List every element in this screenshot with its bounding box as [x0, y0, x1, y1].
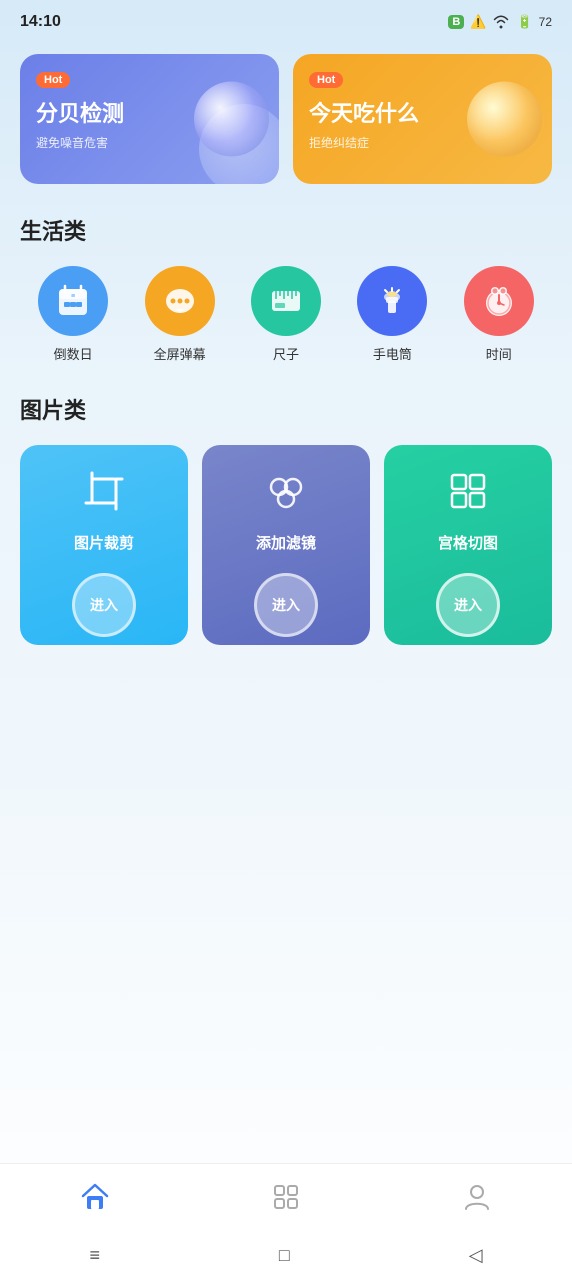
image-tool-filter[interactable]: 添加滤镜 进入 — [202, 445, 370, 645]
tool-ruler[interactable]: 尺子 — [251, 266, 321, 363]
banner-area: Hot 分贝检测 避免噪音危害 Hot 今天吃什么 拒绝纠结症 — [0, 44, 572, 204]
status-icons: B ⚠️ 🔋 72 — [448, 14, 552, 30]
warning-icon: ⚠️ — [470, 14, 486, 30]
life-section: 生活类 ≡ 倒数日 — [0, 204, 572, 383]
torch-svg-icon — [374, 283, 410, 319]
tool-countdown-icon-wrap: ≡ — [38, 266, 108, 336]
bottom-nav — [0, 1163, 572, 1230]
battery-icon: 🔋 — [516, 14, 532, 30]
grid-svg — [446, 469, 490, 513]
hot-badge-right: Hot — [309, 72, 343, 88]
sphere-decoration-right — [467, 82, 542, 157]
filter-label: 添加滤镜 — [256, 532, 316, 553]
image-tool-grid[interactable]: 宫格切图 进入 — [384, 445, 552, 645]
countdown-svg-icon: ≡ — [55, 283, 91, 319]
crop-icon — [82, 469, 126, 522]
nav-home[interactable] — [50, 1178, 140, 1216]
sphere-decoration-left — [194, 82, 269, 157]
tool-torch-label: 手电筒 — [373, 344, 412, 363]
grid-icon — [446, 469, 490, 522]
nav-profile[interactable] — [432, 1178, 522, 1216]
tool-torch[interactable]: 手电筒 — [357, 266, 427, 363]
app-notification-icon: B — [448, 15, 464, 29]
tool-time-label: 时间 — [486, 344, 512, 363]
image-tool-crop[interactable]: 图片裁剪 进入 — [20, 445, 188, 645]
image-section-title: 图片类 — [20, 393, 552, 425]
tool-torch-icon-wrap — [357, 266, 427, 336]
life-tools-grid: ≡ 倒数日 全屏弹幕 — [20, 266, 552, 363]
svg-text:≡: ≡ — [71, 293, 75, 300]
apps-nav-icon — [271, 1182, 301, 1212]
filter-svg — [264, 469, 308, 513]
tool-countdown[interactable]: ≡ 倒数日 — [38, 266, 108, 363]
home-nav-icon — [80, 1182, 110, 1212]
grid-enter-button[interactable]: 进入 — [436, 573, 500, 637]
fullscreen-svg-icon — [162, 283, 198, 319]
nav-apps[interactable] — [241, 1178, 331, 1216]
sys-nav-menu[interactable]: ≡ — [69, 1237, 120, 1274]
crop-label: 图片裁剪 — [74, 532, 134, 553]
banner-card-food[interactable]: Hot 今天吃什么 拒绝纠结症 — [293, 54, 552, 184]
grid-label: 宫格切图 — [438, 532, 498, 553]
life-section-title: 生活类 — [20, 214, 552, 246]
sys-nav-home[interactable]: □ — [259, 1237, 310, 1274]
system-nav-bar: ≡ □ ◁ — [0, 1230, 572, 1280]
crop-svg — [82, 469, 126, 513]
hot-badge-left: Hot — [36, 72, 70, 88]
ruler-svg-icon — [268, 283, 304, 319]
tool-time-icon-wrap — [464, 266, 534, 336]
wifi-icon — [492, 15, 510, 29]
image-section: 图片类 图片裁剪 进入 — [0, 383, 572, 665]
profile-nav-icon — [462, 1182, 492, 1212]
image-tools-grid: 图片裁剪 进入 添加滤镜 进入 — [20, 445, 552, 645]
filter-icon — [264, 469, 308, 522]
tool-fullscreen[interactable]: 全屏弹幕 — [145, 266, 215, 363]
banner-card-decibel[interactable]: Hot 分贝检测 避免噪音危害 — [20, 54, 279, 184]
filter-enter-button[interactable]: 进入 — [254, 573, 318, 637]
tool-fullscreen-icon-wrap — [145, 266, 215, 336]
status-bar: 14:10 B ⚠️ 🔋 72 — [0, 0, 572, 44]
bottom-spacer — [0, 665, 572, 785]
time-svg-icon — [481, 283, 517, 319]
banner-subtitle-right: 拒绝纠结症 — [309, 136, 369, 150]
tool-time[interactable]: 时间 — [464, 266, 534, 363]
battery-level: 72 — [539, 15, 552, 29]
tool-ruler-label: 尺子 — [273, 344, 299, 363]
tool-countdown-label: 倒数日 — [54, 344, 93, 363]
tool-ruler-icon-wrap — [251, 266, 321, 336]
status-time: 14:10 — [20, 13, 61, 31]
tool-fullscreen-label: 全屏弹幕 — [154, 344, 206, 363]
sys-nav-back[interactable]: ◁ — [449, 1237, 503, 1274]
crop-enter-button[interactable]: 进入 — [72, 573, 136, 637]
banner-subtitle-left: 避免噪音危害 — [36, 136, 108, 150]
